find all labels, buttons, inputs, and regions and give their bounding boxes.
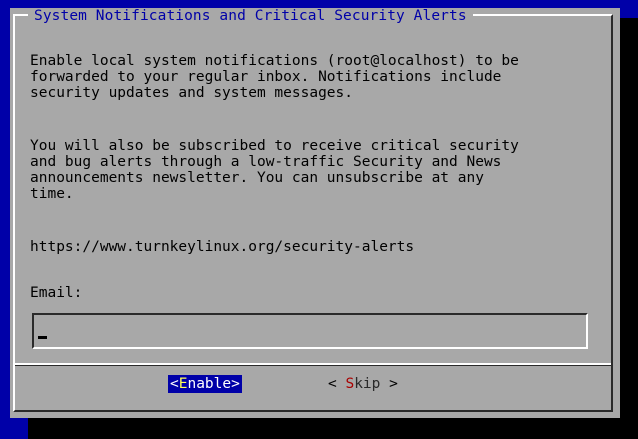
skip-button-close: > <box>380 376 398 392</box>
button-divider <box>15 363 611 366</box>
email-field[interactable] <box>32 313 588 349</box>
skip-button-label: kip <box>354 376 381 392</box>
button-bar: <Enable> < Skip > <box>10 375 620 393</box>
dialog-shadow-bottom <box>28 418 638 439</box>
skip-button-hotkey: S <box>345 376 355 392</box>
notifications-dialog: System Notifications and Critical Securi… <box>10 8 620 418</box>
enable-button-close: > <box>231 376 240 392</box>
enable-button[interactable]: <Enable> <box>168 375 242 393</box>
enable-button-open: < <box>170 376 179 392</box>
text-cursor <box>38 336 47 339</box>
security-alerts-url: https://www.turnkeylinux.org/security-al… <box>30 239 415 255</box>
subscription-paragraph: You will also be subscribed to receive c… <box>30 138 519 202</box>
email-label: Email: <box>30 285 83 301</box>
skip-button-open: < <box>328 376 346 392</box>
skip-button[interactable]: < Skip > <box>328 375 398 393</box>
enable-button-label: nable <box>187 376 232 392</box>
dialog-title: System Notifications and Critical Securi… <box>28 8 473 24</box>
dialog-shadow-right <box>620 18 638 439</box>
intro-paragraph: Enable local system notifications (root@… <box>30 53 519 101</box>
